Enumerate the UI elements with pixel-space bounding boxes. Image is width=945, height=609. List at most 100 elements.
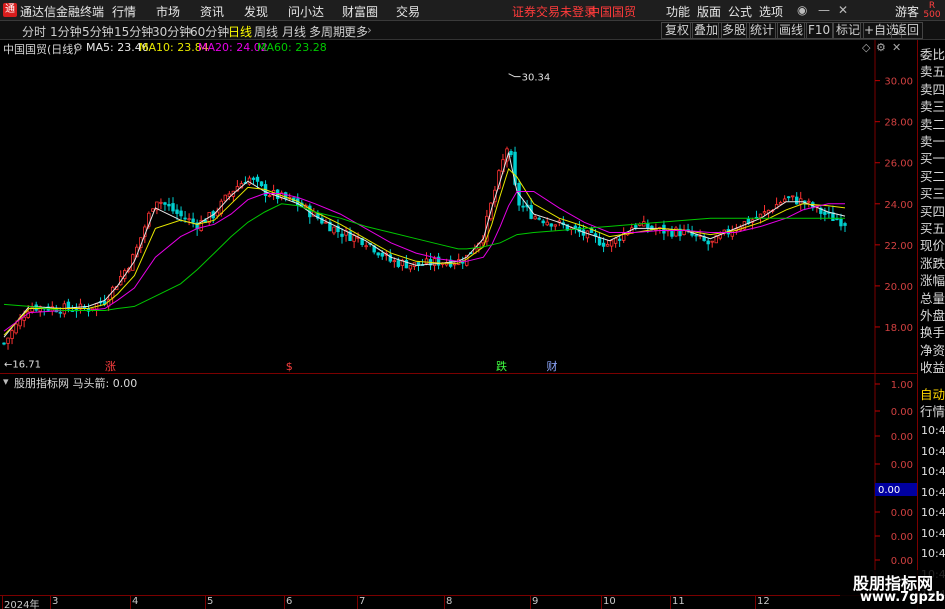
menu-quotes[interactable]: 行情 [112, 3, 136, 20]
menu-trade[interactable]: 交易 [396, 3, 420, 20]
current-stock-name: 中国国贸 [588, 5, 637, 19]
date-axis-tick [670, 596, 671, 609]
candle-body [392, 260, 397, 263]
date-axis-label: 7 [359, 596, 366, 607]
settings-gear-icon[interactable]: ⚙ [73, 41, 83, 54]
candle-body [58, 311, 63, 314]
candle-body [22, 316, 26, 321]
candle-body [396, 260, 401, 267]
event-marker[interactable]: 财 [546, 359, 557, 373]
menu-wealth[interactable]: 财富圈 [342, 3, 378, 20]
y-tick-label: 26.00 [884, 159, 913, 170]
menu-market[interactable]: 市场 [156, 3, 180, 20]
candle-body [251, 177, 256, 180]
draw-button[interactable]: 画线 [775, 22, 808, 39]
diamond-icon[interactable]: ◇ [862, 41, 870, 54]
period-tab[interactable]: 15分钟 [114, 23, 153, 40]
candle-body [553, 224, 557, 227]
event-marker[interactable]: 跌 [496, 359, 507, 373]
candle-body [601, 242, 606, 247]
chart-title[interactable]: 中国国贸(日线) [3, 41, 78, 57]
candle-body [452, 263, 457, 266]
period-tab[interactable]: 1分钟 [50, 23, 82, 40]
event-marker[interactable]: $ [286, 360, 293, 373]
ind-tick-label: 0.00 [891, 432, 913, 443]
date-axis-tick [601, 596, 602, 609]
ind-tick-label: 0.00 [891, 407, 913, 418]
y-tick-label: 24.00 [884, 200, 913, 211]
menu-discover[interactable]: 发现 [244, 3, 268, 20]
candle-body [617, 238, 622, 241]
period-tab[interactable]: 5分钟 [82, 23, 114, 40]
minimize-icon[interactable]: — [818, 3, 830, 17]
menu-layout[interactable]: 版面 [697, 3, 721, 20]
f10-button[interactable]: F10 [804, 22, 835, 39]
indicator-toggle-icon[interactable]: ▾ [3, 375, 9, 388]
tick-time: 10:45 [921, 547, 945, 560]
candle-body [2, 342, 6, 345]
quote-row-label: 卖一 [920, 134, 945, 149]
date-axis-label: 11 [672, 596, 685, 607]
candle-body [694, 234, 698, 237]
candle-body [605, 243, 610, 247]
close-panel-icon[interactable]: ✕ [892, 41, 901, 54]
candle-body [831, 212, 835, 222]
period-tab[interactable]: 月线 [282, 23, 306, 40]
menu-formula[interactable]: 公式 [728, 3, 752, 20]
menu-bar: 通 通达信金融终端 行情 市场 资讯 发现 问小达 财富圈 交易 证券交易未登录… [0, 0, 945, 21]
quote-row-label: 买五 [920, 221, 945, 236]
menu-ask[interactable]: 问小达 [288, 3, 324, 20]
kline-chart[interactable]: 18.00 20.00 22.00 24.00 26.00 28.00 30.00 30.34… [0, 40, 917, 374]
candle-body [609, 240, 614, 247]
candle-body [267, 195, 272, 197]
period-toolbar: 分时 1分钟 5分钟 15分钟 30分钟 60分钟 日线 周线 月线 多周期 更… [0, 21, 945, 40]
quote-row-label: 买二 [920, 168, 945, 184]
candle-body [380, 252, 384, 257]
indicator-chart[interactable]: 1.000.000.000.000.000.000.000.000.00 [0, 374, 917, 595]
chevron-right-icon[interactable]: › [367, 23, 372, 37]
quote-row-label: 换手 [920, 325, 945, 341]
candle-body [521, 205, 525, 208]
settings-icon[interactable]: ⚙ [876, 41, 886, 54]
user-icon[interactable]: ◉ [797, 3, 807, 17]
period-tab[interactable]: 分时 [22, 23, 46, 40]
period-tab[interactable]: 多周期 [309, 23, 345, 40]
period-tab[interactable]: 30分钟 [152, 23, 191, 40]
guest-label[interactable]: 游客 [895, 3, 919, 20]
stats-button[interactable]: 统计 [746, 22, 779, 39]
indicator-title[interactable]: 股朋指标网 马头箭: 0.00 [14, 375, 137, 391]
menu-options[interactable]: 选项 [759, 3, 783, 20]
candle-body [332, 226, 336, 234]
ma-line-ma10 [3, 167, 846, 336]
quote-row-label: 涨跌 [920, 255, 945, 271]
period-tab-daily[interactable]: 日线 [228, 23, 252, 40]
candle-body [541, 220, 545, 224]
quote-side-panel: R 500 委比 卖五 卖四 卖三 卖二 卖一 买一 买二 买三 买四 买五 现价 涨跌 涨幅 总量 外盘 换手 净资… [917, 2, 945, 609]
date-axis-tick [2, 596, 3, 609]
period-tab[interactable]: 周线 [254, 23, 278, 40]
candle-body [14, 323, 18, 334]
candle-body [790, 195, 795, 198]
ma-line-ma60 [3, 203, 845, 311]
high-label: 30.34 [522, 73, 551, 84]
candle-body [424, 258, 429, 264]
login-status[interactable]: 证券交易未登录 [512, 3, 596, 20]
panel-section-tab[interactable]: 行情 [920, 401, 945, 420]
menu-news[interactable]: 资讯 [200, 3, 224, 20]
candle-body [646, 223, 650, 229]
event-marker[interactable]: 涨 [105, 360, 116, 373]
candle-body [461, 261, 465, 264]
back-button[interactable]: 返回 [891, 22, 924, 39]
quote-row-label: 买三 [920, 186, 945, 202]
period-tab[interactable]: 60分钟 [190, 23, 229, 40]
close-icon[interactable]: ✕ [838, 3, 848, 17]
more-periods[interactable]: 更多 [344, 23, 368, 40]
y-tick-label: 30.00 [884, 77, 913, 88]
panel-header[interactable]: R 500 [918, 2, 945, 20]
panel-header-text: 500 [923, 10, 941, 20]
app-title: 通达信金融终端 [20, 5, 105, 19]
quote-row-label: 卖二 [920, 116, 945, 132]
date-axis-label: 2024年 [4, 600, 40, 609]
adjust-button[interactable]: 复权 [661, 22, 694, 39]
menu-function[interactable]: 功能 [666, 3, 690, 20]
